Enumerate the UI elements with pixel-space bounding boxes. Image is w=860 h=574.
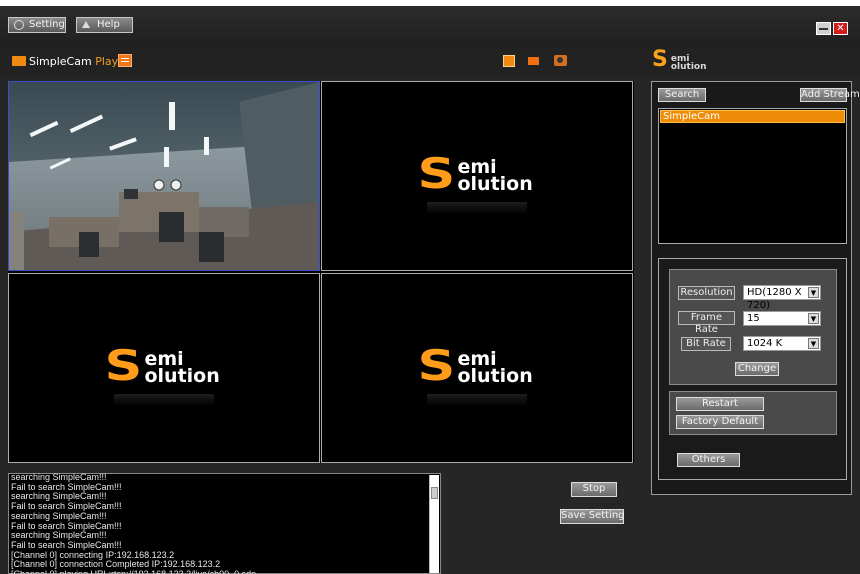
setting-button[interactable]: Setting: [8, 17, 66, 33]
minimize-icon: [819, 28, 828, 30]
simplecam-player-window: Setting Help ✕ SimpleCam Player S emi ol…: [0, 0, 860, 574]
change-button[interactable]: Change: [735, 362, 779, 376]
minimize-button[interactable]: [816, 22, 831, 35]
framerate-select[interactable]: 15 ▼: [743, 311, 821, 326]
device-actions: Restart Factory Default: [669, 391, 837, 435]
semisolution-logo: S emi olution: [417, 341, 533, 391]
chevron-down-icon: ▼: [808, 338, 819, 349]
bitrate-select[interactable]: 1024 K ▼: [743, 336, 821, 351]
stream-list: SimpleCam: [658, 108, 847, 244]
help-button[interactable]: Help: [76, 17, 133, 33]
others-button[interactable]: Others: [677, 453, 740, 467]
help-icon: [82, 21, 90, 28]
setting-icon: [14, 20, 24, 30]
restart-button[interactable]: Restart: [676, 397, 764, 411]
camera-feed-image: [9, 82, 319, 270]
video-cell-3[interactable]: S emi olution: [321, 273, 633, 463]
close-icon: ✕: [836, 23, 845, 34]
video-cell-0[interactable]: [8, 81, 320, 271]
save-setting-button[interactable]: Save Setting: [560, 509, 625, 524]
stream-list-item[interactable]: SimpleCam: [660, 110, 845, 123]
camera-snapshot-icon[interactable]: [554, 55, 567, 66]
player-header: SimpleCam Player S emi olution: [0, 48, 860, 76]
log-console: searching SimpleCam!!! Fail to search Sim…: [8, 472, 441, 574]
header-logo: S emi olution: [652, 47, 707, 72]
semisolution-logo: S emi olution: [104, 341, 220, 391]
right-panel: Search Add Stream SimpleCam Resolution H…: [651, 81, 860, 495]
resolution-select[interactable]: HD(1280 X 720) ▼: [743, 285, 821, 311]
encoding-settings: Resolution HD(1280 X 720) ▼ Frame Rate 1…: [669, 269, 837, 385]
video-cell-2[interactable]: S emi olution: [8, 273, 320, 463]
log-line: [Channel 0] playing URL:rtsp://192.168.1…: [9, 569, 429, 574]
framerate-label: Frame Rate: [678, 311, 735, 335]
record-icon[interactable]: [528, 57, 539, 65]
app-title: SimpleCam Player: [29, 55, 130, 68]
top-border: [0, 0, 860, 6]
video-cell-1[interactable]: S emi olution: [321, 81, 633, 271]
video-grid: S emi olution S emi olution S emi olution: [8, 81, 634, 463]
camera-settings: Resolution HD(1280 X 720) ▼ Frame Rate 1…: [658, 258, 847, 480]
semisolution-logo: S emi olution: [417, 149, 533, 199]
title-bar: Setting Help ✕: [0, 0, 860, 48]
close-button[interactable]: ✕: [833, 22, 848, 35]
resolution-label: Resolution: [678, 286, 735, 300]
bitrate-label: Bit Rate: [681, 337, 731, 351]
add-stream-button[interactable]: Add Stream: [800, 88, 860, 102]
factory-default-button[interactable]: Factory Default: [676, 415, 764, 429]
log-lines: searching SimpleCam!!! Fail to search Sim…: [9, 472, 429, 574]
chevron-down-icon: ▼: [808, 287, 819, 298]
search-button[interactable]: Search: [658, 88, 706, 102]
scrollbar-thumb[interactable]: [431, 487, 438, 499]
log-scrollbar[interactable]: [429, 475, 439, 573]
chevron-down-icon: ▼: [808, 313, 819, 324]
stop-button[interactable]: Stop: [571, 482, 617, 497]
layout-icon[interactable]: [503, 55, 515, 67]
monitor-icon: [12, 56, 26, 66]
menu-icon[interactable]: [118, 54, 132, 67]
